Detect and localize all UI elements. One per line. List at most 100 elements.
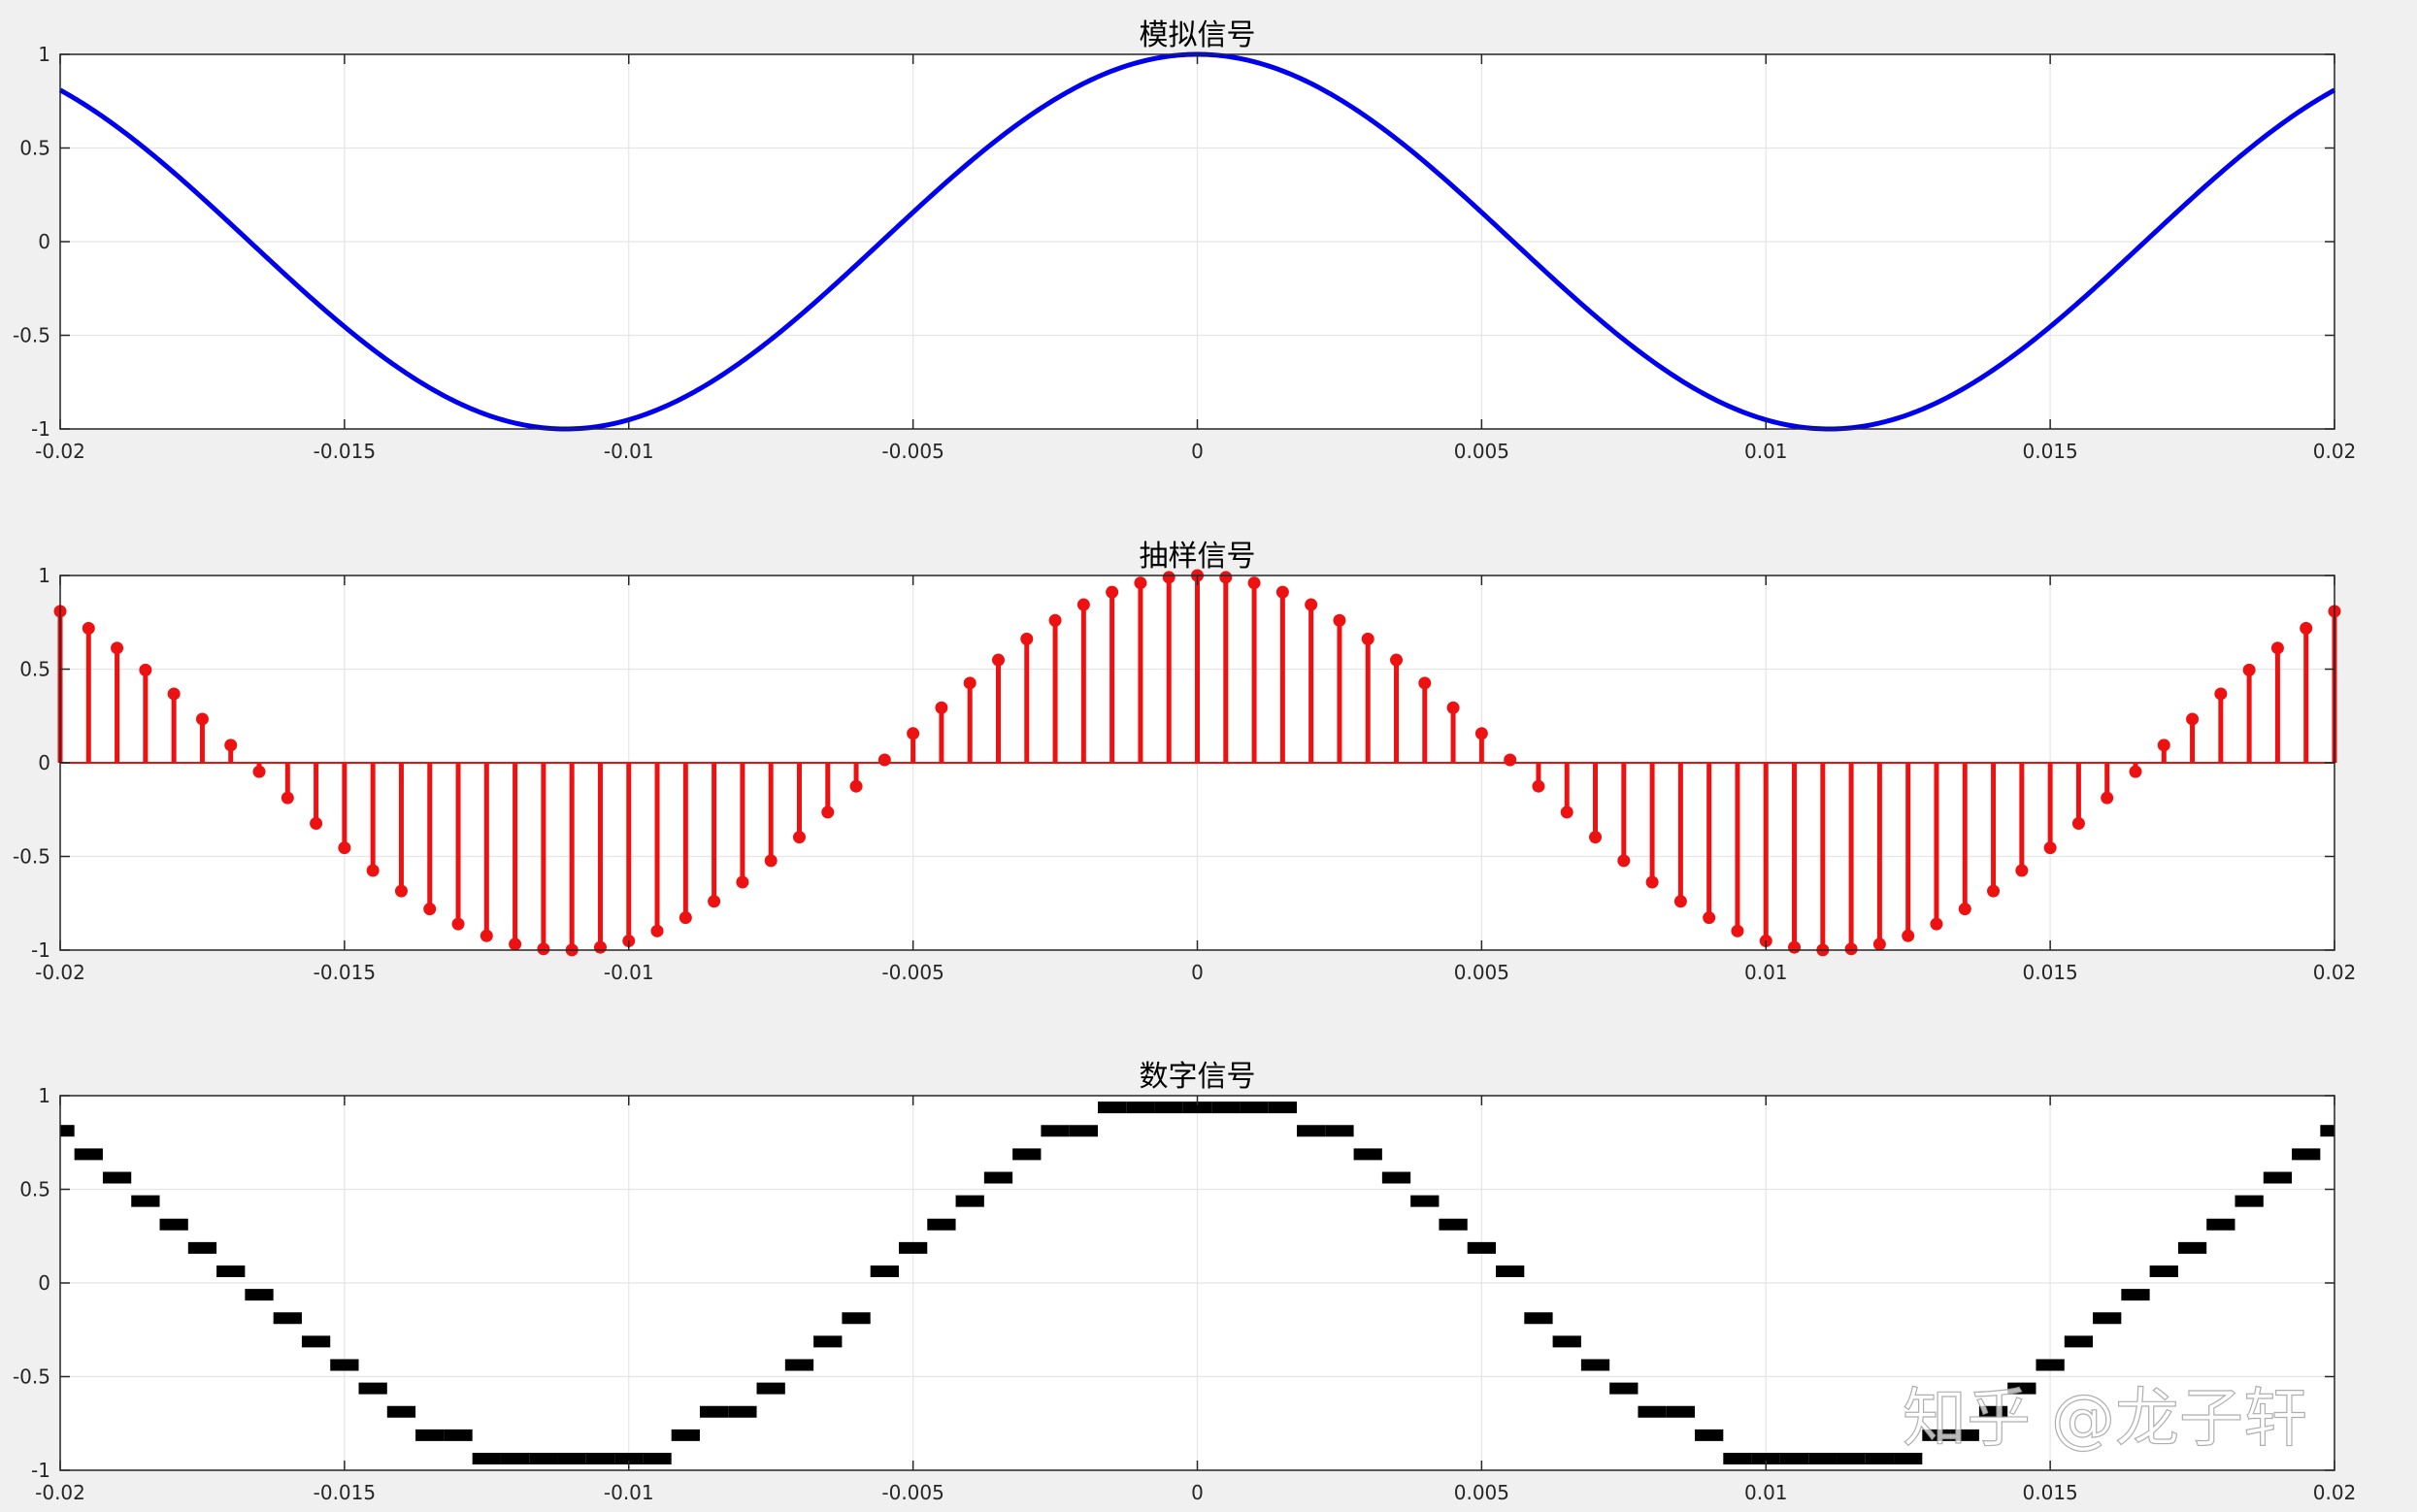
stem-marker	[509, 937, 522, 951]
y-tick-label: 0.5	[19, 658, 50, 681]
stem-marker	[1930, 917, 1943, 931]
stem-marker	[1617, 854, 1631, 868]
stem-marker	[1645, 875, 1659, 889]
stem-marker	[1872, 937, 1886, 951]
x-tick-label: 0	[1191, 440, 1204, 463]
x-tick-label: -0.005	[881, 440, 944, 463]
stem-marker	[1275, 585, 1289, 599]
stem-marker	[195, 712, 209, 726]
stem-marker	[1474, 727, 1488, 740]
x-tick-label: -0.02	[35, 440, 85, 463]
stem-marker	[1390, 653, 1404, 667]
sampled-signal-plot: -0.02 -0.015 -0.01 -0.005 0 0.005 0.01 0.015 0.0…	[13, 540, 2356, 984]
stem-marker	[2071, 817, 2085, 831]
stem-marker	[537, 942, 550, 956]
x-tick-label: -0.005	[881, 1481, 944, 1504]
stem-marker	[1788, 940, 1802, 954]
watermark: 知乎 @龙子轩	[1903, 1381, 2307, 1456]
x-tick-label: 0.005	[1454, 1481, 1509, 1504]
x-tick-label: 0.015	[2022, 961, 2077, 984]
stem-marker	[1987, 884, 2001, 898]
stem-marker	[2242, 663, 2256, 676]
y-tick-label: 1	[38, 1084, 50, 1107]
x-tick-label: 0.02	[2313, 961, 2357, 984]
stem-marker	[2157, 739, 2170, 752]
stem-marker	[281, 791, 294, 805]
stem-marker	[2129, 765, 2142, 778]
stem-marker	[2186, 712, 2200, 726]
x-tick-label: 0	[1191, 1481, 1204, 1504]
stem-marker	[650, 924, 664, 937]
stem-marker	[877, 753, 891, 767]
stem-marker	[935, 701, 948, 714]
stem-marker	[679, 911, 692, 925]
stem-marker	[423, 903, 437, 916]
stem-marker	[1446, 701, 1460, 714]
analog-signal-plot: -0.02 -0.015 -0.01 -0.005 0 0.005 0.01 0.015 0.0…	[13, 18, 2356, 463]
x-tick-label: 0.01	[1744, 1481, 1788, 1504]
stem-marker	[963, 676, 977, 690]
stem-marker	[991, 653, 1005, 667]
stem-marker	[366, 864, 380, 877]
x-tick-label: -0.01	[604, 440, 654, 463]
stem-marker	[252, 765, 266, 778]
stem-marker	[1560, 805, 1573, 819]
stem-marker	[338, 841, 351, 855]
plot-title: 数字信号	[1140, 1060, 1256, 1094]
stem-marker	[1703, 911, 1716, 925]
stem-marker	[394, 884, 408, 898]
stem-marker	[1532, 779, 1545, 793]
stem-marker	[1418, 676, 1432, 690]
x-tick-label: 0.01	[1744, 961, 1788, 984]
x-tick-label: -0.015	[314, 1481, 376, 1504]
stem-marker	[2043, 841, 2057, 855]
x-tick-label: 0.005	[1454, 961, 1509, 984]
x-tick-label: 0.02	[2313, 440, 2357, 463]
y-tick-label: 0	[38, 751, 50, 774]
x-tick-label: -0.015	[314, 440, 376, 463]
figure: -0.02 -0.015 -0.01 -0.005 0 0.005 0.01 0.015 0.0…	[13, 18, 2357, 1504]
stem-marker	[1305, 598, 1318, 611]
y-tick-label: -0.5	[13, 324, 50, 347]
y-tick-label: 0	[38, 1271, 50, 1295]
x-tick-label: 0.01	[1744, 440, 1788, 463]
stem-marker	[792, 831, 806, 844]
x-tick-label: -0.015	[314, 961, 376, 984]
stem-marker	[2015, 864, 2029, 877]
stem-marker	[2270, 641, 2284, 655]
stem-marker	[1844, 942, 1858, 956]
stem-marker	[2214, 687, 2228, 701]
stem-marker	[1020, 632, 1034, 645]
x-tick-label: 0.015	[2022, 440, 2077, 463]
x-tick-label: 0.015	[2022, 1481, 2077, 1504]
plot-title: 抽样信号	[1140, 540, 1256, 574]
stem-marker	[907, 727, 920, 740]
x-tick-label: -0.01	[604, 1481, 654, 1504]
stem-marker	[736, 875, 749, 889]
stem-marker	[1106, 585, 1119, 599]
y-tick-label: -1	[31, 417, 50, 441]
stem-marker	[2101, 791, 2114, 805]
stem-marker	[1958, 903, 1971, 916]
stem-marker	[1048, 613, 1062, 627]
x-tick-label: -0.02	[35, 961, 85, 984]
stem-marker	[451, 917, 465, 931]
y-tick-label: 0.5	[19, 137, 50, 160]
stem-marker	[764, 854, 778, 868]
stem-marker	[1076, 598, 1090, 611]
stem-marker	[849, 779, 863, 793]
y-tick-label: -0.5	[13, 1365, 50, 1389]
stem-marker	[1589, 831, 1603, 844]
stem-marker	[1361, 632, 1374, 645]
stem-marker	[1902, 929, 1915, 942]
x-tick-label: -0.01	[604, 961, 654, 984]
stem-marker	[2300, 621, 2313, 635]
x-tick-label: 0.02	[2313, 1481, 2357, 1504]
plot-title: 模拟信号	[1140, 18, 1256, 52]
stem-marker	[139, 663, 152, 676]
y-tick-label: -1	[31, 1459, 50, 1482]
y-tick-label: -1	[31, 938, 50, 962]
y-tick-label: -0.5	[13, 845, 50, 869]
stem-marker	[593, 940, 607, 954]
stem-marker	[1673, 895, 1687, 908]
